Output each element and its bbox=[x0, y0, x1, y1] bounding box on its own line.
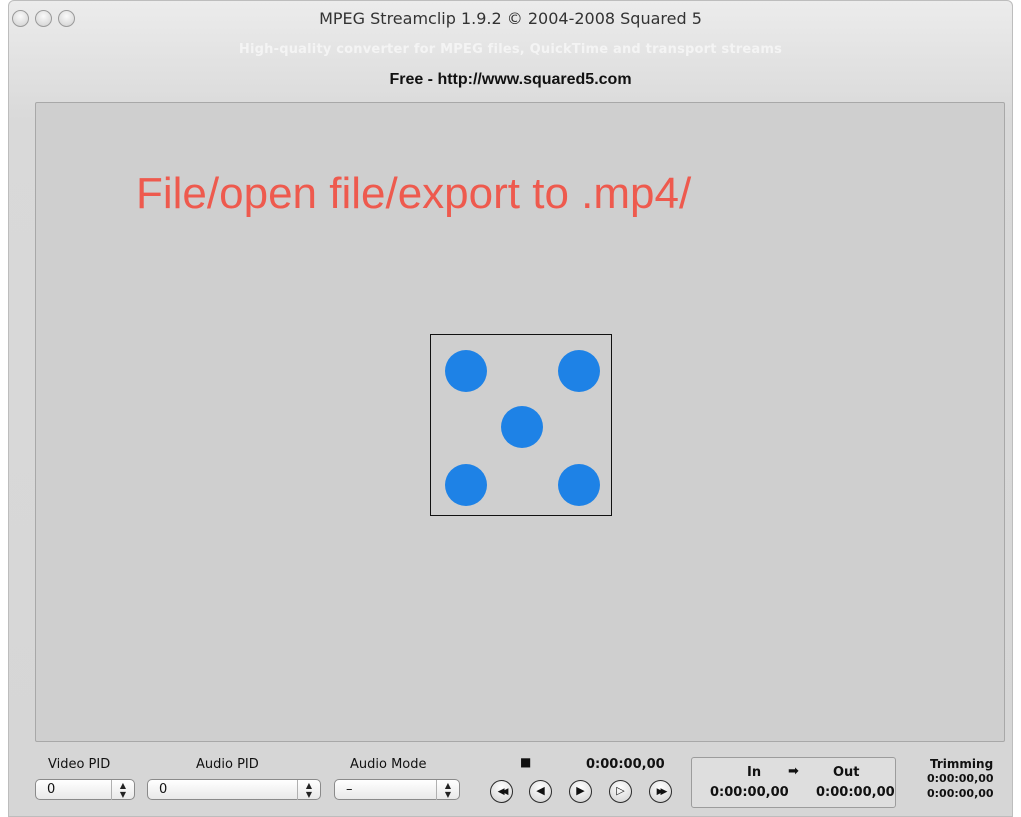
step-forward-button[interactable]: ▷ bbox=[609, 780, 632, 803]
in-out-panel: In ➡ Out 0:00:00,00 0:00:00,00 bbox=[691, 757, 896, 808]
play-button[interactable]: ▶ bbox=[569, 780, 592, 803]
fast-forward-button[interactable]: ▶▶ bbox=[649, 780, 672, 803]
dice-pip bbox=[501, 406, 543, 448]
video-pid-label: Video PID bbox=[48, 757, 111, 772]
audio-mode-value: – bbox=[346, 782, 353, 797]
dice-pip bbox=[445, 350, 487, 392]
rewind-button[interactable]: ◀◀ bbox=[490, 780, 513, 803]
dice-five-icon bbox=[430, 334, 612, 516]
dice-pip bbox=[558, 464, 600, 506]
out-time[interactable]: 0:00:00,00 bbox=[816, 785, 895, 800]
dice-pip bbox=[445, 464, 487, 506]
video-pid-value: 0 bbox=[47, 782, 56, 797]
stepper-arrows-icon: ▲ ▼ bbox=[297, 780, 320, 800]
audio-mode-label: Audio Mode bbox=[350, 757, 427, 772]
stop-icon[interactable]: ■ bbox=[520, 755, 531, 769]
audio-mode-select[interactable]: – ▲ ▼ bbox=[334, 779, 460, 800]
audio-pid-value: 0 bbox=[159, 782, 168, 797]
app-window: MPEG Streamclip 1.9.2 © 2004-2008 Square… bbox=[8, 0, 1013, 817]
window-subtitle: High-quality converter for MPEG files, Q… bbox=[238, 42, 783, 57]
audio-pid-label: Audio PID bbox=[196, 757, 259, 772]
stepper-arrows-icon: ▲ ▼ bbox=[436, 780, 459, 800]
instruction-text: File/open file/export to .mp4/ bbox=[136, 169, 692, 218]
dice-pip bbox=[558, 350, 600, 392]
in-label: In bbox=[747, 765, 762, 780]
trimming-start: 0:00:00,00 bbox=[927, 772, 994, 785]
current-timecode: 0:00:00,00 bbox=[586, 757, 665, 772]
website-line: Free - http://www.squared5.com bbox=[389, 71, 632, 88]
stepper-arrows-icon: ▲ ▼ bbox=[111, 780, 134, 800]
audio-pid-select[interactable]: 0 ▲ ▼ bbox=[147, 779, 321, 800]
trimming-label: Trimming bbox=[930, 757, 994, 771]
trimming-end: 0:00:00,00 bbox=[927, 787, 994, 800]
video-viewer[interactable]: File/open file/export to .mp4/ bbox=[35, 102, 1005, 742]
arrow-right-icon: ➡ bbox=[788, 764, 799, 779]
out-label: Out bbox=[833, 765, 860, 780]
window-title: MPEG Streamclip 1.9.2 © 2004-2008 Square… bbox=[319, 9, 702, 28]
in-time[interactable]: 0:00:00,00 bbox=[710, 785, 789, 800]
video-pid-select[interactable]: 0 ▲ ▼ bbox=[35, 779, 135, 800]
step-back-button[interactable]: ◀ bbox=[529, 780, 552, 803]
